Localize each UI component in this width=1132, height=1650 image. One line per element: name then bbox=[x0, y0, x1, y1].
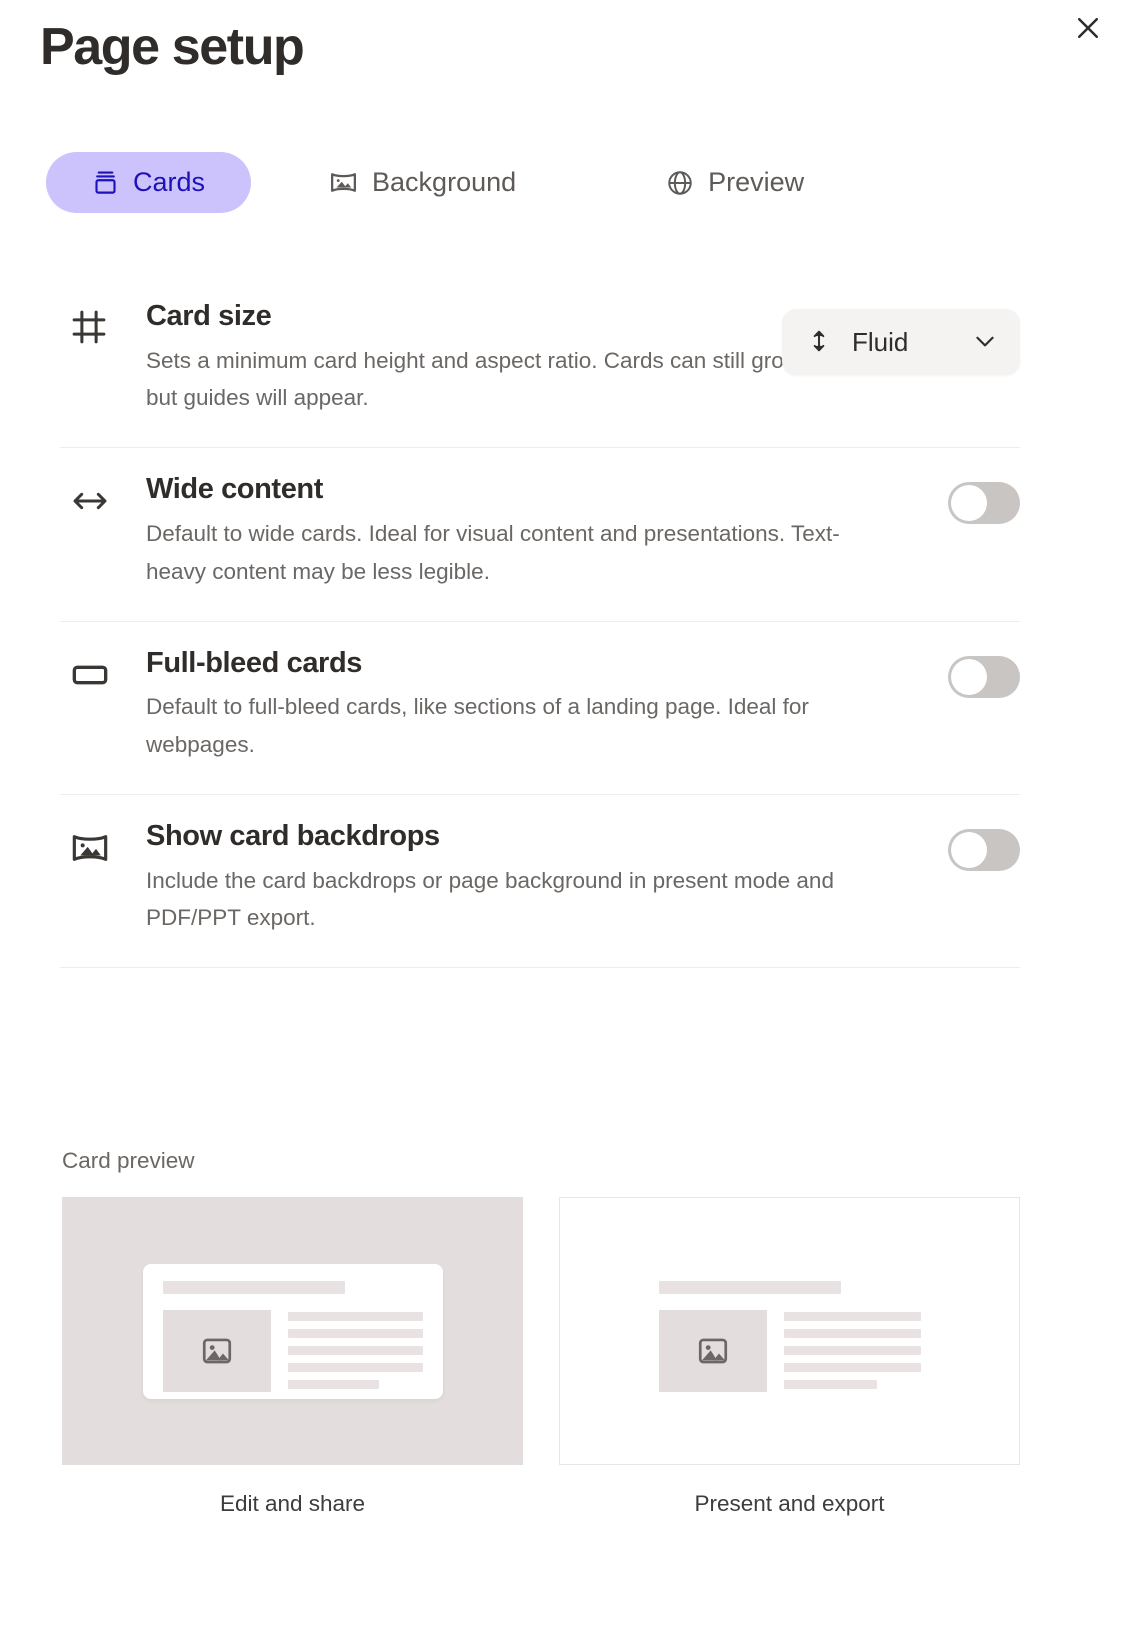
tab-bar: Cards Background Preview bbox=[46, 152, 838, 213]
setting-text-full-bleed-cards: Full-bleed cards Default to full-bleed c… bbox=[146, 645, 936, 764]
setting-control-show-card-backdrops bbox=[948, 828, 1020, 871]
preview-caption: Edit and share bbox=[219, 1491, 366, 1516]
card-preview-section: Card preview Edit and share Present and … bbox=[62, 1148, 1020, 1517]
preview-frame-shaded bbox=[62, 1197, 523, 1465]
close-button[interactable] bbox=[1066, 6, 1110, 50]
card-size-dropdown[interactable]: Fluid bbox=[782, 309, 1020, 375]
preview-caption: Present and export bbox=[694, 1491, 885, 1516]
mini-content-row bbox=[162, 1309, 423, 1397]
mini-line bbox=[287, 1311, 423, 1321]
full-bleed-cards-toggle[interactable] bbox=[948, 655, 1020, 698]
card-preview-item-edit-and-share[interactable]: Edit and share bbox=[62, 1197, 523, 1517]
mini-title-placeholder bbox=[162, 1280, 345, 1294]
setting-description: Include the card backdrops or page backg… bbox=[146, 867, 834, 931]
setting-description: Default to full-bleed cards, like sectio… bbox=[146, 694, 809, 758]
card-preview-label: Card preview bbox=[62, 1148, 195, 1173]
tab-background-label: Background bbox=[372, 167, 517, 197]
setting-description: Sets a minimum card height and aspect ra… bbox=[146, 347, 861, 411]
chevron-down-icon bbox=[972, 328, 998, 357]
show-card-backdrops-toggle[interactable] bbox=[948, 828, 1020, 871]
toggle-knob bbox=[951, 485, 987, 522]
setting-control-full-bleed-cards bbox=[948, 655, 1020, 698]
mini-line bbox=[783, 1311, 921, 1321]
setting-description: Default to wide cards. Ideal for visual … bbox=[146, 520, 840, 584]
tab-preview-label: Preview bbox=[708, 167, 805, 197]
image-icon bbox=[60, 818, 146, 868]
mini-line bbox=[783, 1345, 921, 1355]
toggle-knob bbox=[951, 658, 987, 695]
card-preview-item-present-and-export[interactable]: Present and export bbox=[559, 1197, 1020, 1517]
mini-line bbox=[287, 1328, 423, 1338]
image-icon bbox=[329, 168, 358, 197]
preview-frame-outlined bbox=[559, 1197, 1020, 1465]
tab-background[interactable]: Background bbox=[295, 152, 550, 213]
globe-icon bbox=[666, 169, 694, 197]
mini-line bbox=[287, 1379, 380, 1389]
mini-text-lines bbox=[287, 1310, 423, 1397]
setting-control-card-size: Fluid bbox=[782, 309, 1020, 375]
mini-text-lines bbox=[783, 1310, 921, 1397]
mini-line bbox=[783, 1362, 921, 1372]
setting-row-full-bleed-cards: Full-bleed cards Default to full-bleed c… bbox=[60, 620, 1020, 794]
close-icon bbox=[1073, 13, 1103, 43]
vertical-resize-icon bbox=[808, 328, 830, 357]
mini-line bbox=[783, 1328, 921, 1338]
card-preview-grid: Edit and share Present and export bbox=[62, 1197, 1020, 1517]
card-size-value: Fluid bbox=[852, 326, 909, 357]
setting-text-show-card-backdrops: Show card backdrops Include the card bac… bbox=[146, 818, 936, 937]
tab-cards-label: Cards bbox=[133, 167, 206, 197]
setting-text-wide-content: Wide content Default to wide cards. Idea… bbox=[146, 471, 936, 590]
setting-row-show-card-backdrops: Show card backdrops Include the card bac… bbox=[60, 793, 1020, 969]
mini-title-placeholder bbox=[658, 1280, 841, 1294]
tab-cards[interactable]: Cards bbox=[46, 152, 252, 213]
tab-preview[interactable]: Preview bbox=[632, 152, 838, 213]
crop-frame-icon bbox=[60, 298, 146, 346]
mini-card bbox=[639, 1264, 941, 1399]
mini-content-row bbox=[658, 1309, 921, 1397]
horizontal-arrows-icon bbox=[60, 471, 146, 521]
toggle-knob bbox=[951, 831, 987, 868]
setting-row-card-size: Card size Sets a minimum card height and… bbox=[60, 275, 1020, 447]
mini-line bbox=[783, 1379, 877, 1389]
setting-row-wide-content: Wide content Default to wide cards. Idea… bbox=[60, 447, 1020, 620]
image-placeholder-icon bbox=[658, 1309, 767, 1392]
page-setup-dialog: Page setup Cards Background Preview Card… bbox=[0, 0, 1132, 1650]
image-placeholder-icon bbox=[162, 1309, 271, 1392]
cards-icon bbox=[92, 169, 119, 196]
setting-title: Show card backdrops bbox=[146, 819, 440, 852]
mini-card bbox=[142, 1263, 443, 1399]
page-title: Page setup bbox=[40, 18, 305, 76]
setting-title: Wide content bbox=[146, 473, 323, 506]
setting-title: Full-bleed cards bbox=[146, 646, 362, 679]
wide-content-toggle[interactable] bbox=[948, 482, 1020, 525]
settings-list: Card size Sets a minimum card height and… bbox=[60, 275, 1020, 969]
rounded-rectangle-icon bbox=[60, 645, 146, 695]
mini-line bbox=[287, 1362, 423, 1372]
setting-control-wide-content bbox=[948, 482, 1020, 525]
mini-line bbox=[287, 1345, 423, 1355]
